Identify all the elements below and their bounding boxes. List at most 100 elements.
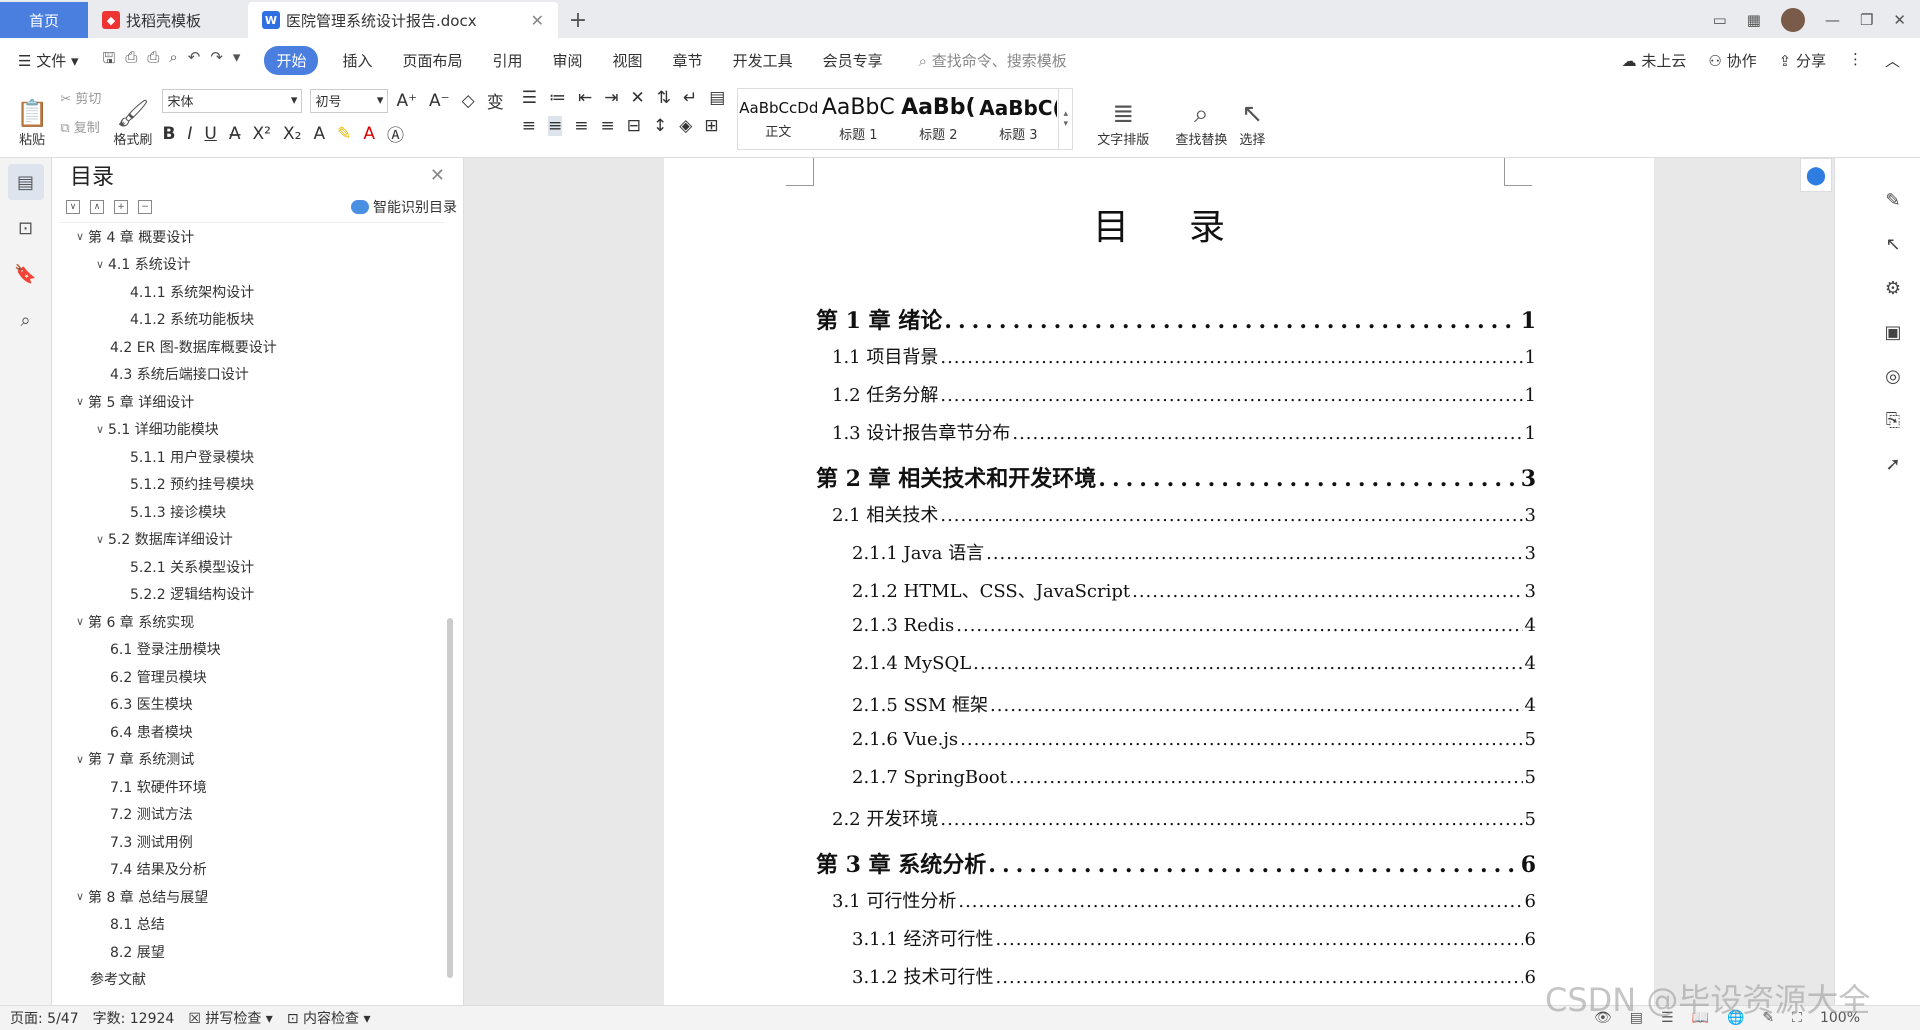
toc-tree-item[interactable]: 8.1 总结 (58, 911, 444, 939)
toc-tree-item[interactable]: ∨ 第 7 章 系统测试 (58, 746, 444, 774)
minimize-icon[interactable]: — (1825, 11, 1840, 29)
collab-button[interactable]: ⚇ 协作 (1708, 50, 1756, 71)
cloud-button[interactable]: ☁ 未上云 (1622, 50, 1687, 71)
style-heading-1[interactable]: AaBbC 标题 1 (818, 89, 898, 149)
apps-grid-icon[interactable]: ▦ (1747, 11, 1761, 29)
toc-entry[interactable]: 1.1 项目背景................................… (816, 337, 1536, 375)
toc-entry[interactable]: 2.1.5 SSM 框架............................… (816, 685, 1536, 723)
sort-icon[interactable]: ⇅ (657, 88, 671, 108)
location-pin-icon[interactable]: ⬤ (1800, 158, 1832, 192)
toc-entry[interactable]: 2.1.4 MySQL.............................… (816, 647, 1536, 685)
print-preview-icon[interactable]: ⌕ (169, 48, 177, 73)
styles-scroll[interactable]: ▴ ▾ (1058, 89, 1072, 149)
export-icon[interactable]: ⎙ (125, 48, 137, 73)
tab-home[interactable]: 首页 (0, 2, 88, 38)
toc-entry[interactable]: 第 1 章 绪论................................… (816, 293, 1536, 337)
text-effect-icon[interactable]: A (313, 124, 325, 144)
phonetic-icon[interactable]: 变 (487, 88, 504, 113)
toc-tree-item[interactable]: 5.1.2 预约挂号模块 (58, 471, 444, 499)
toc-entry[interactable]: 3.1.2 技术可行性.............................… (816, 957, 1536, 995)
clear-format-icon[interactable]: ◇ (462, 91, 475, 111)
toc-tree-item[interactable]: 5.2.2 逻辑结构设计 (58, 581, 444, 609)
command-search[interactable]: ⌕ 查找命令、搜索模板 (919, 50, 1067, 71)
tab-document[interactable]: W 医院管理系统设计报告.docx ✕ (248, 2, 558, 38)
smart-toc-button[interactable]: 智能识别目录 (351, 197, 463, 217)
search-nav-icon[interactable]: ⌕ (8, 302, 44, 338)
chevron-down-icon[interactable]: ∨ (72, 395, 88, 408)
font-name-select[interactable]: 宋体 ▾ (162, 88, 303, 113)
menu-review[interactable]: 审阅 (553, 50, 583, 71)
align-right-icon[interactable]: ≡ (574, 116, 588, 136)
borders-icon[interactable]: ⊞ (704, 116, 718, 136)
chevron-down-icon[interactable]: ∨ (72, 753, 88, 766)
file-menu[interactable]: ☰ 文件 ▾ (18, 50, 79, 71)
layout-icon[interactable]: ▭ (1713, 11, 1727, 29)
text-layout-button[interactable]: ≣ 文字排版 (1091, 82, 1155, 148)
chevron-down-icon[interactable]: ∨ (72, 230, 88, 243)
menu-member[interactable]: 会员专享 (823, 50, 883, 71)
cut-button[interactable]: ✂ 剪切 (60, 88, 101, 107)
avatar[interactable] (1780, 8, 1805, 32)
toc-entry[interactable]: 2.1.3 Redis.............................… (816, 609, 1536, 647)
page-indicator[interactable]: 页面: 5/47 (10, 1008, 79, 1028)
grow-font-icon[interactable]: A⁺ (396, 91, 417, 111)
menu-developer[interactable]: 开发工具 (733, 50, 793, 71)
close-icon[interactable]: ✕ (430, 165, 445, 186)
toc-tree-item[interactable]: 参考文献 (58, 966, 444, 986)
tab-template[interactable]: ◆ 找稻壳模板 (88, 2, 248, 38)
close-window-icon[interactable]: ✕ (1893, 11, 1906, 29)
char-border-icon[interactable]: Ⓐ (387, 121, 404, 146)
chevron-down-icon[interactable]: ∨ (92, 258, 108, 271)
copy-button[interactable]: ⧉ 复制 (60, 117, 101, 136)
rocket-icon[interactable]: ➚ (1881, 454, 1905, 476)
menu-insert[interactable]: 插入 (342, 50, 372, 71)
toc-tree-item[interactable]: 6.2 管理员模块 (58, 663, 444, 691)
table-tools-icon[interactable]: ▤ (709, 88, 725, 108)
toc-tree-item[interactable]: 5.2.1 关系模型设计 (58, 553, 444, 581)
image-tool-icon[interactable]: ▣ (1881, 322, 1905, 344)
toc-tree-item[interactable]: 7.4 结果及分析 (58, 856, 444, 884)
toc-entry[interactable]: 2.1.1 Java 语言...........................… (816, 533, 1536, 571)
menu-view[interactable]: 视图 (613, 50, 643, 71)
toc-tree-item[interactable]: 6.4 患者模块 (58, 718, 444, 746)
document-page[interactable]: 目录 第 1 章 绪论.............................… (664, 158, 1654, 1005)
toc-tree-item[interactable]: 6.3 医生模块 (58, 691, 444, 719)
toc-tree-item[interactable]: 5.1.1 用户登录模块 (58, 443, 444, 471)
promote-icon[interactable]: + (114, 200, 128, 214)
chapter-nav-icon[interactable]: ⊡ (8, 210, 44, 246)
bullet-list-icon[interactable]: ☰ (522, 88, 537, 108)
toc-entry[interactable]: 2.2 开发环境................................… (816, 799, 1536, 837)
shrink-font-icon[interactable]: A⁻ (429, 91, 450, 111)
italic-icon[interactable]: I (187, 124, 192, 144)
distribute-icon[interactable]: ⊟ (627, 116, 641, 136)
style-heading-2[interactable]: AaBb(标题 2 (898, 89, 978, 149)
bookmark-icon[interactable]: 🔖 (8, 256, 44, 292)
print-icon[interactable]: ⎙ (147, 48, 159, 73)
highlight-icon[interactable]: ✎ (337, 124, 351, 144)
toc-scrollbar[interactable] (447, 618, 453, 978)
font-size-select[interactable]: 初号 ▾ (310, 88, 389, 113)
toc-tree-item[interactable]: 7.3 测试用例 (58, 828, 444, 856)
toc-tree-item[interactable]: 8.2 展望 (58, 938, 444, 966)
subscript-icon[interactable]: X₂ (283, 124, 301, 144)
new-tab-button[interactable]: + (558, 2, 598, 38)
toc-tree-item[interactable]: ∨ 第 8 章 总结与展望 (58, 883, 444, 911)
superscript-icon[interactable]: X² (253, 124, 271, 144)
chinese-layout-icon[interactable]: ✕ (630, 88, 644, 108)
style-normal[interactable]: AaBbCcDd 正文 (738, 89, 818, 149)
toc-tree-item[interactable]: ∨ 第 5 章 详细设计 (58, 388, 444, 416)
save-icon[interactable]: 🖫 (103, 48, 116, 73)
menu-page-layout[interactable]: 页面布局 (402, 50, 462, 71)
format-painter-button[interactable]: 🖌 格式刷 (107, 82, 158, 148)
toc-entry[interactable]: 2.1 相关技术................................… (816, 495, 1536, 533)
tab-close-icon[interactable]: ✕ (531, 11, 544, 30)
underline-icon[interactable]: U (204, 124, 216, 144)
toc-tree-item[interactable]: 6.1 登录注册模块 (58, 636, 444, 664)
toc-entry[interactable]: 第 2 章 相关技术和开发环境.........................… (816, 451, 1536, 495)
select-button[interactable]: ↖ 选择 (1233, 82, 1271, 148)
toc-entry[interactable]: 2.1.7 SpringBoot........................… (816, 761, 1536, 799)
share-button[interactable]: ⇪ 分享 (1779, 50, 1826, 71)
shading-icon[interactable]: ◈ (679, 116, 692, 136)
toc-entry[interactable]: 第 3 章 系统分析..............................… (816, 837, 1536, 881)
number-list-icon[interactable]: ≔ (549, 88, 566, 108)
